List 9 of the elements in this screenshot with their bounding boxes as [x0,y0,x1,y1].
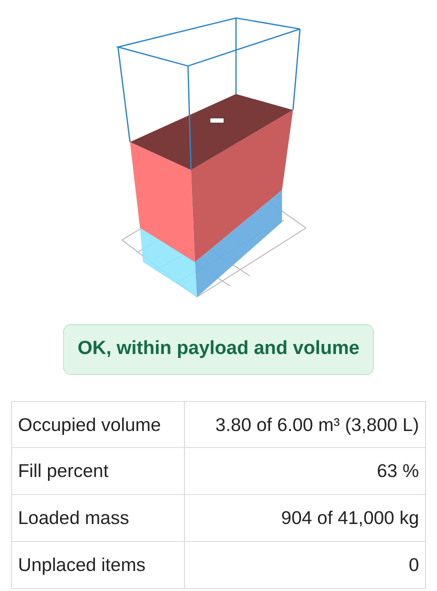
stat-label: Unplaced items [12,541,185,588]
stat-value: 904 of 41,000 kg [184,494,426,542]
stat-label: Fill percent [12,448,185,494]
status-message: OK, within payload and volume [62,324,374,374]
stat-label: Loaded mass [12,494,185,542]
stat-value: 0 [184,541,426,588]
stat-label: Occupied volume [12,401,185,448]
stat-value: 63 % [184,448,426,494]
stat-value: 3.80 of 6.00 m³ (3,800 L) [184,401,426,448]
